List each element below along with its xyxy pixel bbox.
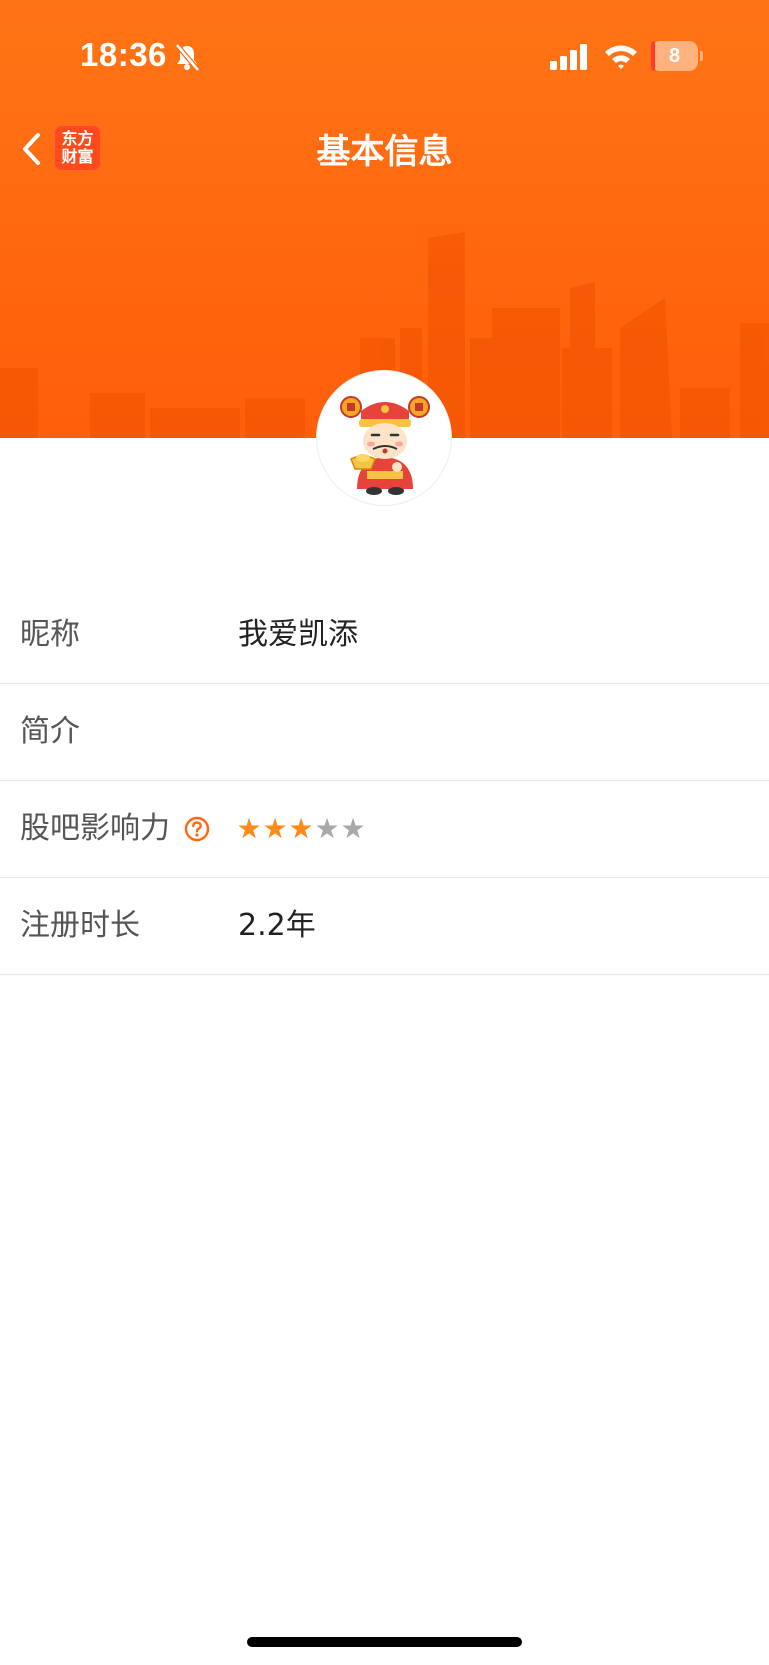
question-circle-icon[interactable] (184, 816, 210, 842)
influence-label: 股吧影响力 (20, 811, 170, 846)
nickname-value: 我爱凯添 (238, 617, 358, 652)
registration-label: 注册时长 (20, 908, 140, 943)
star-filled-icon: ★ (288, 812, 314, 845)
nickname-label: 昵称 (20, 617, 80, 652)
bell-slash-icon (175, 43, 200, 72)
registration-value: 2.2年 (238, 908, 316, 943)
cellular-signal-icon (550, 44, 587, 70)
info-row-nickname[interactable]: 昵称 我爱凯添 (0, 587, 769, 684)
battery-level: 8 (668, 45, 681, 67)
god-of-wealth-avatar (340, 396, 430, 495)
wifi-icon (605, 45, 637, 69)
battery-indicator: 8 (651, 41, 703, 71)
info-list: 昵称 我爱凯添 简介 股吧影响力 ★ ★ ★ ★ ★ 注册时长 2.2年 (0, 587, 769, 975)
info-row-registration: 注册时长 2.2年 (0, 878, 769, 975)
star-filled-icon: ★ (236, 812, 262, 845)
intro-label: 简介 (20, 714, 80, 749)
star-empty-icon: ★ (340, 812, 366, 845)
nav-bar: 东方 财富 基本信息 (0, 110, 769, 185)
influence-rating: ★ ★ ★ ★ ★ (236, 813, 366, 845)
star-filled-icon: ★ (262, 812, 288, 845)
page-title: 基本信息 (316, 132, 453, 172)
avatar[interactable] (316, 370, 452, 506)
status-time: 18:36 (80, 36, 167, 73)
info-row-influence: 股吧影响力 ★ ★ ★ ★ ★ (0, 781, 769, 878)
home-indicator[interactable] (247, 1637, 522, 1647)
star-empty-icon: ★ (314, 812, 340, 845)
info-row-intro[interactable]: 简介 (0, 684, 769, 781)
status-bar: 18:36 8 (0, 0, 769, 110)
